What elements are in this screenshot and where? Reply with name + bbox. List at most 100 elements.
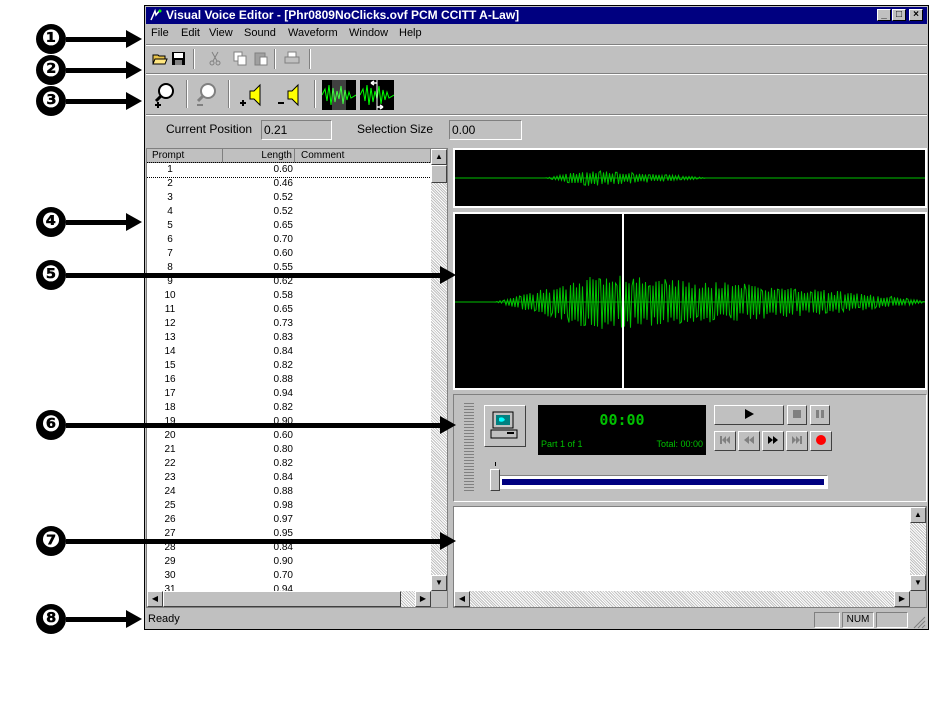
table-row[interactable]: 23 0.84 xyxy=(147,471,431,485)
open-icon[interactable] xyxy=(152,51,168,66)
table-row[interactable]: 7 0.60 xyxy=(147,247,431,261)
comment-scroll-left-button[interactable]: ◀ xyxy=(454,591,470,607)
prompt-number: 6 xyxy=(167,234,173,245)
comment-scroll-down-button[interactable]: ▼ xyxy=(910,575,926,591)
standard-toolbar xyxy=(146,46,927,72)
selection-size-field[interactable]: 0.00 xyxy=(449,120,522,140)
table-row[interactable]: 6 0.70 xyxy=(147,233,431,247)
menu-waveform[interactable]: Waveform xyxy=(288,27,338,39)
overview-waveform-trace xyxy=(455,170,925,186)
copy-icon[interactable] xyxy=(233,51,247,66)
zoom-out-icon[interactable] xyxy=(194,81,220,109)
table-row[interactable]: 2 0.46 xyxy=(147,177,431,191)
menu-help[interactable]: Help xyxy=(399,27,422,39)
restore-button[interactable]: □ xyxy=(892,9,906,21)
table-row[interactable]: 1 0.60 xyxy=(147,162,432,178)
media-device-button[interactable] xyxy=(484,405,526,447)
scroll-up-button[interactable]: ▲ xyxy=(431,149,447,165)
cut-icon[interactable] xyxy=(209,51,221,66)
status-text: Ready xyxy=(148,613,180,625)
table-row[interactable]: 14 0.84 xyxy=(147,345,431,359)
hscroll-thumb[interactable] xyxy=(163,591,401,607)
close-button[interactable]: × xyxy=(909,9,923,21)
prompt-length: 0.84 xyxy=(273,346,293,357)
callout-7-arrow xyxy=(66,532,456,550)
table-row[interactable]: 17 0.94 xyxy=(147,387,431,401)
scroll-right-button[interactable]: ▶ xyxy=(415,591,431,607)
record-button[interactable] xyxy=(810,431,832,451)
table-row[interactable]: 21 0.80 xyxy=(147,443,431,457)
resize-grip-icon[interactable] xyxy=(912,615,926,629)
menu-file[interactable]: File xyxy=(151,27,169,39)
table-row[interactable]: 26 0.97 xyxy=(147,513,431,527)
scroll-left-button[interactable]: ◀ xyxy=(147,591,163,607)
seek-track[interactable] xyxy=(498,475,828,489)
scroll-thumb[interactable] xyxy=(431,165,447,183)
table-row[interactable]: 30 0.70 xyxy=(147,569,431,583)
overview-waveform[interactable] xyxy=(453,148,927,208)
table-row[interactable]: 25 0.98 xyxy=(147,499,431,513)
status-num-indicator: NUM xyxy=(842,612,874,628)
previous-track-button[interactable] xyxy=(714,431,736,451)
comment-scroll-right-button[interactable]: ▶ xyxy=(894,591,910,607)
toolbar-separator xyxy=(309,49,311,69)
zoom-in-icon[interactable] xyxy=(152,81,178,109)
table-row[interactable]: 4 0.52 xyxy=(147,205,431,219)
seek-thumb[interactable] xyxy=(490,469,500,491)
list-vertical-scrollbar[interactable] xyxy=(431,149,447,591)
prompt-number: 11 xyxy=(164,304,176,315)
prompt-length: 0.97 xyxy=(273,514,293,525)
menu-sound[interactable]: Sound xyxy=(244,27,276,39)
table-row[interactable]: 16 0.88 xyxy=(147,373,431,387)
expand-selection-icon[interactable] xyxy=(360,80,394,110)
pause-icon xyxy=(816,410,824,419)
table-row[interactable]: 12 0.73 xyxy=(147,317,431,331)
rewind-button[interactable] xyxy=(738,431,760,451)
main-waveform[interactable] xyxy=(453,212,927,390)
table-row[interactable]: 22 0.82 xyxy=(147,457,431,471)
title-bar[interactable]: Visual Voice Editor - [Phr0809NoClicks.o… xyxy=(146,7,927,24)
paste-icon[interactable] xyxy=(254,51,268,66)
minimize-button[interactable]: _ xyxy=(877,9,891,21)
menu-edit[interactable]: Edit xyxy=(181,27,200,39)
table-row[interactable]: 13 0.83 xyxy=(147,331,431,345)
prompt-number: 15 xyxy=(164,360,176,371)
callout-2: ❷ xyxy=(36,55,66,85)
menu-window[interactable]: Window xyxy=(349,27,388,39)
computer-icon xyxy=(490,411,518,439)
stop-button[interactable] xyxy=(787,405,807,425)
select-waveform-icon[interactable] xyxy=(322,80,356,110)
table-row[interactable]: 24 0.88 xyxy=(147,485,431,499)
prompt-length: 0.65 xyxy=(273,220,293,231)
comment-horizontal-scrollbar[interactable] xyxy=(454,591,910,607)
table-row[interactable]: 15 0.82 xyxy=(147,359,431,373)
table-row[interactable]: 11 0.65 xyxy=(147,303,431,317)
callout-5: ❺ xyxy=(36,260,66,290)
prompt-length: 0.84 xyxy=(273,472,293,483)
save-icon[interactable] xyxy=(171,51,186,66)
pause-button[interactable] xyxy=(810,405,830,425)
volume-down-icon[interactable] xyxy=(276,81,306,109)
play-button[interactable] xyxy=(714,405,784,425)
column-header-prompt[interactable]: Prompt xyxy=(147,149,223,163)
table-row[interactable]: 5 0.65 xyxy=(147,219,431,233)
table-row[interactable]: 10 0.58 xyxy=(147,289,431,303)
print-icon[interactable] xyxy=(284,51,300,66)
column-header-length[interactable]: Length xyxy=(223,149,295,163)
player-grip[interactable] xyxy=(464,403,474,491)
table-row[interactable]: 3 0.52 xyxy=(147,191,431,205)
fast-forward-button[interactable] xyxy=(762,431,784,451)
comment-scroll-up-button[interactable]: ▲ xyxy=(910,507,926,523)
current-position-field[interactable]: 0.21 xyxy=(261,120,332,140)
table-row[interactable]: 18 0.82 xyxy=(147,401,431,415)
table-row[interactable]: 20 0.60 xyxy=(147,429,431,443)
status-scroll-indicator xyxy=(876,612,908,628)
callout-5-arrow xyxy=(66,266,456,284)
scroll-down-button[interactable]: ▼ xyxy=(431,575,447,591)
next-track-button[interactable] xyxy=(786,431,808,451)
volume-up-icon[interactable] xyxy=(238,81,268,109)
comment-text-area[interactable]: ▲ ▼ ◀ ▶ xyxy=(453,506,927,608)
menu-view[interactable]: View xyxy=(209,27,233,39)
column-header-comment[interactable]: Comment xyxy=(295,149,431,163)
table-row[interactable]: 29 0.90 xyxy=(147,555,431,569)
